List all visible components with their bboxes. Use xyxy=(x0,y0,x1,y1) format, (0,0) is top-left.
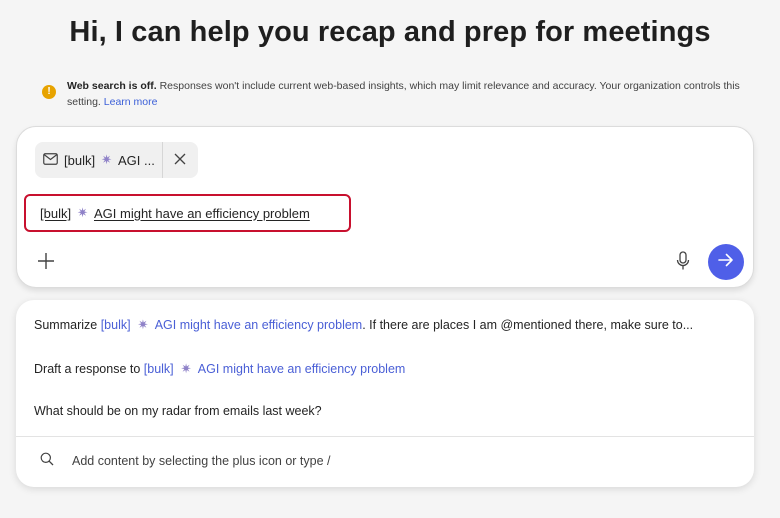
add-content-search[interactable]: Add content by selecting the plus icon o… xyxy=(40,452,331,469)
suggestion-tag: [bulk] xyxy=(143,362,174,376)
add-content-button[interactable] xyxy=(34,251,58,275)
notice-text: Web search is off. Responses won't inclu… xyxy=(67,78,742,110)
suggestion-ref: AGI might have an efficiency problem xyxy=(154,318,363,332)
suggestion-summarize[interactable]: Summarize [bulk] ✷ AGI might have an eff… xyxy=(34,317,693,333)
search-icon xyxy=(40,452,54,469)
copilot-page: Hi, I can help you recap and prep for me… xyxy=(0,0,780,518)
suggestion-draft-response[interactable]: Draft a response to [bulk] ✷ AGI might h… xyxy=(34,361,405,377)
suggestion-suffix: . If there are places I am @mentioned th… xyxy=(362,318,694,332)
suggestion-tag: [bulk] xyxy=(100,318,131,332)
gear-icon: ✷ xyxy=(180,361,192,376)
send-button[interactable] xyxy=(708,244,744,280)
suggestion-text: What should be on my radar from emails l… xyxy=(34,404,322,418)
learn-more-link[interactable]: Learn more xyxy=(104,96,158,108)
attachment-chip[interactable]: [bulk] ✷ AGI ... xyxy=(35,142,198,178)
microphone-icon xyxy=(676,250,690,276)
draft-text: AGI might have an efficiency problem xyxy=(93,205,310,221)
chip-tag: [bulk] xyxy=(64,152,96,168)
draft-tag: [bulk] xyxy=(40,205,72,221)
remove-attachment-button[interactable] xyxy=(163,142,198,178)
suggestions-panel: Summarize [bulk] ✷ AGI might have an eff… xyxy=(16,300,754,487)
search-placeholder: Add content by selecting the plus icon o… xyxy=(72,453,331,468)
plus-icon xyxy=(37,252,55,275)
gear-icon: ✷ xyxy=(137,317,149,332)
prompt-composer[interactable]: [bulk] ✷ AGI ... [bulk] ✷ AGI might have a… xyxy=(16,126,754,288)
page-title: Hi, I can help you recap and prep for me… xyxy=(69,16,711,48)
notice-body: Responses won't include current web-base… xyxy=(67,80,740,108)
web-search-notice: ! Web search is off. Responses won't inc… xyxy=(42,78,742,110)
attachment-chip-label[interactable]: [bulk] ✷ AGI ... xyxy=(35,142,162,178)
close-icon xyxy=(174,153,186,168)
gear-icon: ✷ xyxy=(77,205,88,220)
arrow-right-icon xyxy=(718,253,734,272)
microphone-button[interactable] xyxy=(671,250,695,276)
divider xyxy=(16,436,754,437)
suggestion-ref: AGI might have an efficiency problem xyxy=(197,362,406,376)
suggestion-radar[interactable]: What should be on my radar from emails l… xyxy=(34,404,322,418)
mail-icon xyxy=(43,152,58,168)
suggestion-prefix: Draft a response to xyxy=(34,362,144,376)
suggestion-prefix: Summarize xyxy=(34,318,101,332)
notice-bold: Web search is off. xyxy=(67,80,157,92)
prompt-input[interactable]: [bulk] ✷ AGI might have an efficiency prob… xyxy=(24,194,351,232)
warning-icon: ! xyxy=(42,85,56,99)
chip-text: AGI ... xyxy=(117,152,155,168)
gear-icon: ✷ xyxy=(101,152,112,167)
